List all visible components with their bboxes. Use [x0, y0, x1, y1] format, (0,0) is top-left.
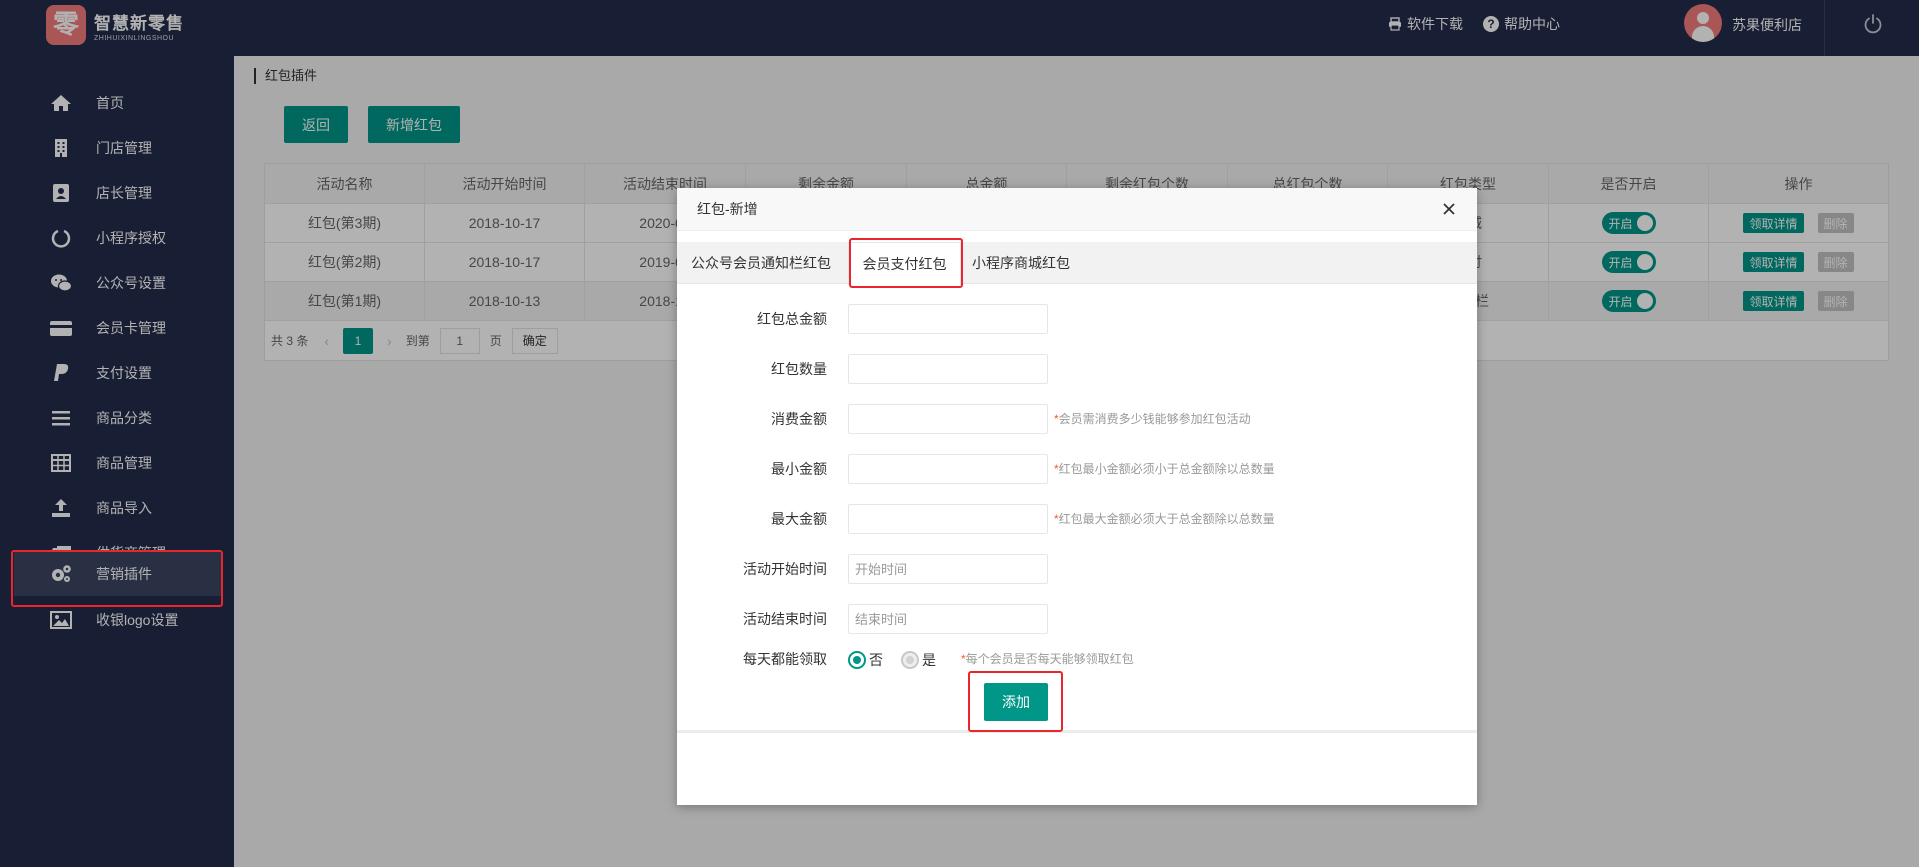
start-time-input[interactable]: [848, 554, 1048, 584]
form-row-start-time: 活动开始时间: [677, 554, 1477, 584]
min-label: 最小金额: [771, 461, 827, 477]
max-input[interactable]: [848, 504, 1048, 534]
consume-label: 消费金额: [771, 411, 827, 427]
count-label: 红包数量: [771, 361, 827, 377]
form-row-count: 红包数量: [677, 354, 1477, 384]
hint-text: 会员需消费多少钱能够参加红包活动: [1058, 412, 1251, 426]
form-row-max: 最大金额 *红包最大金额必须大于总金额除以总数量: [677, 504, 1477, 534]
consume-input[interactable]: [848, 404, 1048, 434]
radio-checked-icon: [848, 651, 866, 669]
max-label: 最大金额: [771, 511, 827, 527]
radio-label: 是: [922, 652, 936, 668]
form-row-min: 最小金额 *红包最小金额必须小于总金额除以总数量: [677, 454, 1477, 484]
form-row-consume: 消费金额 *会员需消费多少钱能够参加红包活动: [677, 404, 1477, 434]
total-amount-input[interactable]: [848, 304, 1048, 334]
count-input[interactable]: [848, 354, 1048, 384]
start-time-label: 活动开始时间: [743, 561, 827, 577]
daily-radio-no[interactable]: 否: [848, 650, 883, 670]
end-time-label: 活动结束时间: [743, 611, 827, 627]
hint-text: 红包最小金额必须小于总金额除以总数量: [1058, 462, 1275, 476]
modal-title-bar: 红包-新增: [677, 188, 1477, 231]
radio-unchecked-icon: [901, 651, 919, 669]
daily-radio-yes[interactable]: 是: [901, 650, 936, 670]
tab-wechat-notify-redpacket[interactable]: 公众号会员通知栏红包: [691, 242, 831, 284]
consume-hint: *会员需消费多少钱能够参加红包活动: [1054, 404, 1251, 434]
redpacket-add-modal: 红包-新增 公众号会员通知栏红包 会员支付红包 小程序商城红包 红包总金额 红包…: [677, 188, 1477, 805]
form-row-end-time: 活动结束时间: [677, 604, 1477, 634]
tab-member-payment-redpacket[interactable]: 会员支付红包: [848, 242, 961, 285]
max-hint: *红包最大金额必须大于总金额除以总数量: [1054, 504, 1275, 534]
daily-hint: *每个会员是否每天能够领取红包: [961, 644, 1134, 674]
tab-miniapp-mall-redpacket[interactable]: 小程序商城红包: [972, 242, 1070, 284]
end-time-input[interactable]: [848, 604, 1048, 634]
form-row-daily: 每天都能领取 否 是 *每个会员是否每天能够领取红包: [677, 648, 1477, 678]
hint-text: 每个会员是否每天能够领取红包: [965, 652, 1134, 666]
close-icon[interactable]: [1439, 199, 1459, 219]
total-amount-label: 红包总金额: [757, 311, 827, 327]
modal-tabs: 公众号会员通知栏红包 会员支付红包 小程序商城红包: [677, 242, 1477, 285]
hint-text: 红包最大金额必须大于总金额除以总数量: [1058, 512, 1275, 526]
min-input[interactable]: [848, 454, 1048, 484]
modal-title: 红包-新增: [697, 201, 758, 217]
submit-add-button[interactable]: 添加: [984, 683, 1048, 721]
form-row-total-amount: 红包总金额: [677, 304, 1477, 334]
daily-label: 每天都能领取: [743, 651, 827, 667]
radio-label: 否: [869, 652, 883, 668]
min-hint: *红包最小金额必须小于总金额除以总数量: [1054, 454, 1275, 484]
modal-divider: [677, 730, 1477, 733]
